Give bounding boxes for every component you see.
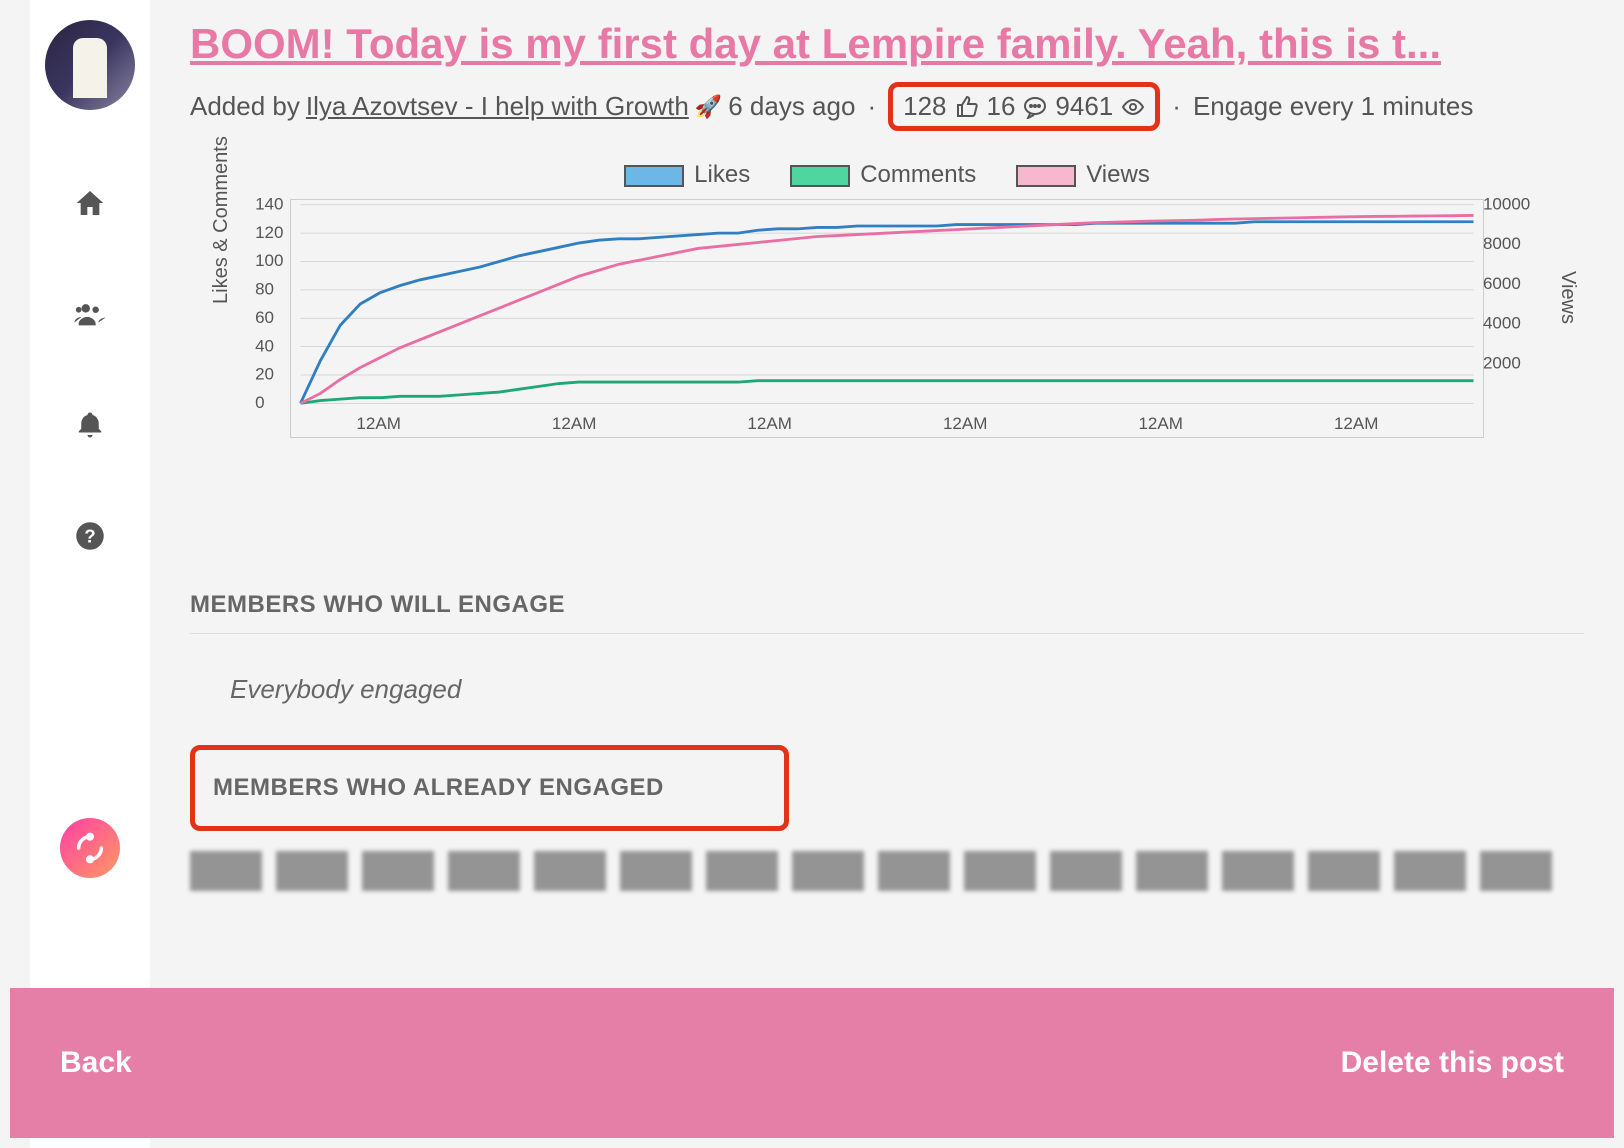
legend-views: Views — [1016, 161, 1150, 189]
rocket-icon: 🚀 — [695, 94, 722, 120]
will-engage-heading: MEMBERS WHO WILL ENGAGE — [190, 591, 1584, 634]
svg-text:40: 40 — [255, 336, 274, 355]
svg-text:12AM: 12AM — [552, 414, 596, 433]
svg-text:0: 0 — [255, 393, 264, 412]
svg-text:140: 140 — [255, 194, 283, 213]
eye-icon — [1121, 95, 1145, 119]
delete-post-button[interactable]: Delete this post — [1341, 1046, 1564, 1080]
footer-bar: Back Delete this post — [10, 988, 1614, 1138]
post-title[interactable]: BOOM! Today is my first day at Lempire f… — [190, 20, 1584, 68]
svg-text:20: 20 — [255, 365, 274, 384]
thumbs-up-icon — [955, 95, 979, 119]
main-content: BOOM! Today is my first day at Lempire f… — [160, 0, 1614, 1148]
user-avatar[interactable] — [45, 20, 135, 110]
chart-plot: 0204060801001201402000400060008000100001… — [290, 199, 1484, 438]
engage-frequency: Engage every 1 minutes — [1193, 91, 1473, 122]
engaged-members-row — [190, 851, 1584, 891]
svg-text:2000: 2000 — [1483, 353, 1521, 372]
svg-text:?: ? — [84, 525, 95, 546]
y-right-axis-label: Views — [1556, 271, 1579, 324]
members-icon[interactable] — [72, 296, 108, 332]
will-engage-empty-message: Everybody engaged — [230, 674, 1584, 705]
y-left-axis-label: Likes & Comments — [210, 136, 233, 304]
svg-text:120: 120 — [255, 223, 283, 242]
author-link[interactable]: Ilya Azovtsev - I help with Growth — [306, 91, 689, 122]
svg-text:12AM: 12AM — [1334, 414, 1378, 433]
already-engaged-heading: MEMBERS WHO ALREADY ENGAGED — [190, 745, 789, 831]
svg-text:8000: 8000 — [1483, 234, 1521, 253]
views-count: 9461 — [1055, 91, 1113, 122]
brand-logo-icon[interactable] — [60, 818, 120, 878]
back-button[interactable]: Back — [60, 1046, 132, 1080]
sidebar: ? — [30, 0, 150, 1148]
post-meta: Added by Ilya Azovtsev - I help with Gro… — [190, 82, 1584, 131]
legend-likes: Likes — [624, 161, 750, 189]
svg-text:12AM: 12AM — [943, 414, 987, 433]
svg-text:12AM: 12AM — [747, 414, 791, 433]
engagement-chart: Likes Comments Views Likes & Comments Vi… — [190, 161, 1584, 531]
separator: · — [867, 91, 876, 122]
svg-text:6000: 6000 — [1483, 274, 1521, 293]
home-icon[interactable] — [72, 185, 108, 221]
svg-text:10000: 10000 — [1483, 194, 1530, 213]
added-by-label: Added by — [190, 91, 300, 122]
svg-text:80: 80 — [255, 280, 274, 299]
post-age: 6 days ago — [728, 91, 855, 122]
separator: · — [1172, 91, 1181, 122]
svg-text:4000: 4000 — [1483, 314, 1521, 333]
svg-text:60: 60 — [255, 308, 274, 327]
svg-text:100: 100 — [255, 251, 283, 270]
comments-count: 16 — [987, 91, 1016, 122]
stats-highlight-box: 128 16 9461 — [888, 82, 1160, 131]
help-icon[interactable]: ? — [72, 518, 108, 554]
comment-icon — [1023, 95, 1047, 119]
svg-text:12AM: 12AM — [1138, 414, 1182, 433]
bell-icon[interactable] — [72, 407, 108, 443]
legend-comments: Comments — [790, 161, 976, 189]
chart-legend: Likes Comments Views — [190, 161, 1584, 189]
svg-text:12AM: 12AM — [356, 414, 400, 433]
likes-count: 128 — [903, 91, 946, 122]
